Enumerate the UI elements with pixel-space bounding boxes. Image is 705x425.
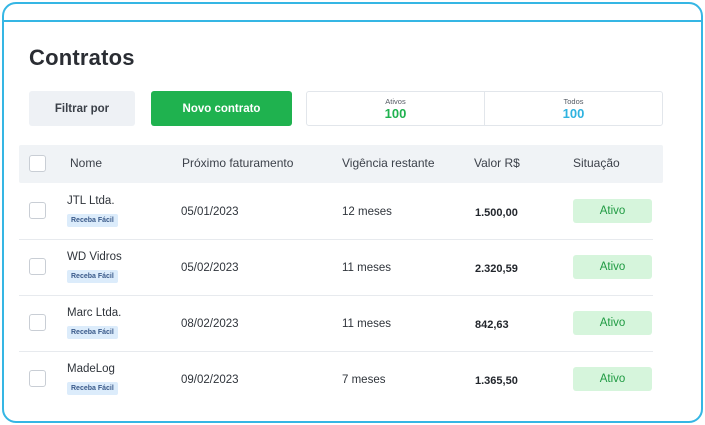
contract-name: JTL Ltda. bbox=[67, 195, 115, 207]
remaining-term: 12 meses bbox=[342, 206, 392, 218]
remaining-term: 11 meses bbox=[342, 318, 392, 330]
receba-facil-badge: Receba Fácil bbox=[67, 214, 118, 227]
contract-name: Marc Ltda. bbox=[67, 307, 122, 319]
contract-name: WD Vidros bbox=[67, 251, 122, 263]
contract-value: 2.320,59 bbox=[475, 263, 518, 275]
contract-value: 1.500,00 bbox=[475, 207, 518, 219]
new-contract-button[interactable]: Novo contrato bbox=[151, 91, 292, 126]
column-header-remaining[interactable]: Vigência restante bbox=[342, 156, 435, 170]
page-title: Contratos bbox=[29, 45, 135, 70]
receba-facil-badge: Receba Fácil bbox=[67, 270, 118, 283]
counter-all-label: Todos bbox=[563, 96, 584, 106]
counter-all-value: 100 bbox=[562, 105, 585, 121]
counter-active-label: Ativos bbox=[385, 96, 406, 106]
table-row[interactable]: Marc Ltda. Receba Fácil 08/02/2023 11 me… bbox=[19, 296, 653, 352]
counter-active-value: 100 bbox=[384, 105, 407, 121]
status-badge: Ativo bbox=[573, 367, 652, 391]
row-checkbox[interactable] bbox=[29, 258, 46, 275]
contract-name-cell: JTL Ltda. Receba Fácil bbox=[67, 194, 118, 227]
contract-name-cell: Marc Ltda. Receba Fácil bbox=[67, 306, 121, 339]
receba-facil-badge: Receba Fácil bbox=[67, 382, 118, 395]
receba-facil-badge: Receba Fácil bbox=[67, 326, 118, 339]
table-header: Nome Próximo faturamento Vigência restan… bbox=[19, 145, 663, 183]
column-header-status[interactable]: Situação bbox=[573, 156, 620, 170]
row-checkbox[interactable] bbox=[29, 370, 46, 387]
remaining-term: 7 meses bbox=[342, 374, 386, 386]
next-billing-date: 09/02/2023 bbox=[181, 374, 239, 386]
table-row[interactable]: JTL Ltda. Receba Fácil 05/01/2023 12 mes… bbox=[19, 184, 653, 240]
select-all-checkbox[interactable] bbox=[29, 155, 46, 172]
row-checkbox[interactable] bbox=[29, 314, 46, 331]
column-header-name[interactable]: Nome bbox=[70, 156, 102, 170]
status-badge: Ativo bbox=[573, 199, 652, 223]
status-badge: Ativo bbox=[573, 255, 652, 279]
counter-active[interactable]: Ativos 100 bbox=[307, 92, 484, 125]
remaining-term: 11 meses bbox=[342, 262, 392, 274]
contract-counters: Ativos 100 Todos 100 bbox=[306, 91, 663, 126]
column-header-next-billing[interactable]: Próximo faturamento bbox=[182, 156, 293, 170]
status-badge: Ativo bbox=[573, 311, 652, 335]
filter-button[interactable]: Filtrar por bbox=[29, 91, 135, 126]
window-top-bar bbox=[2, 2, 703, 22]
next-billing-date: 05/02/2023 bbox=[181, 262, 239, 274]
table-row[interactable]: WD Vidros Receba Fácil 05/02/2023 11 mes… bbox=[19, 240, 653, 296]
column-header-value[interactable]: Valor R$ bbox=[474, 156, 520, 170]
row-checkbox[interactable] bbox=[29, 202, 46, 219]
contract-name-cell: MadeLog Receba Fácil bbox=[67, 362, 118, 395]
contract-value: 842,63 bbox=[475, 319, 509, 331]
table-row[interactable]: MadeLog Receba Fácil 09/02/2023 7 meses … bbox=[19, 352, 653, 408]
contract-name-cell: WD Vidros Receba Fácil bbox=[67, 250, 122, 283]
next-billing-date: 08/02/2023 bbox=[181, 318, 239, 330]
next-billing-date: 05/01/2023 bbox=[181, 206, 239, 218]
contract-value: 1.365,50 bbox=[475, 375, 518, 387]
contract-name: MadeLog bbox=[67, 363, 115, 375]
counter-all[interactable]: Todos 100 bbox=[484, 92, 662, 125]
